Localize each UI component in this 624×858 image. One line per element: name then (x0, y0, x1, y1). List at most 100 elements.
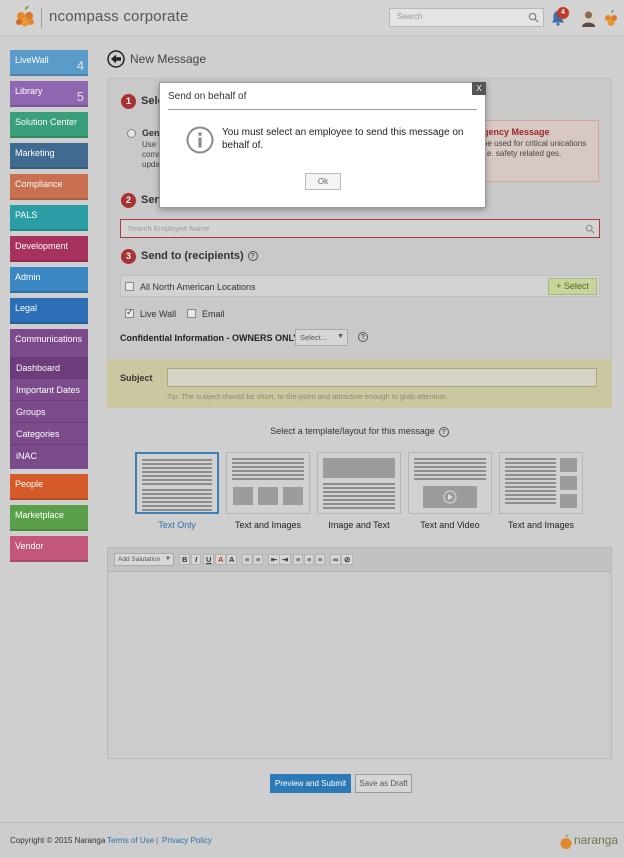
template-text-and-video[interactable]: Text and Video (408, 452, 492, 530)
sidebar-item-count: 4 (76, 58, 84, 73)
employee-search-input[interactable]: Search Employee Name (120, 219, 600, 238)
orange-logo-icon[interactable] (14, 5, 36, 29)
preview-submit-button[interactable]: Preview and Submit (270, 774, 351, 793)
save-draft-button[interactable]: Save as Draft (355, 774, 412, 793)
sidebar-item-legal[interactable]: Legal (10, 298, 88, 324)
template-heading: Select a template/layout for this messag… (107, 426, 612, 437)
sidebar-item-label: Marketplace (15, 510, 65, 520)
sidebar-item-label: Library (15, 86, 43, 96)
template-label: Text and Images (234, 520, 302, 530)
template-thumbnail (408, 452, 492, 514)
subject-input[interactable] (167, 368, 597, 387)
image-placeholder-icon (560, 458, 577, 472)
sidebar-item-compliance[interactable]: Compliance (10, 174, 88, 200)
copyright-text: Copyright © 2015 Naranga (10, 836, 106, 845)
sidebar-item-marketing[interactable]: Marketing (10, 143, 88, 169)
subnav-item-inac[interactable]: iNAC (10, 445, 88, 467)
template-heading-text: Select a template/layout for this messag… (270, 426, 435, 436)
select-recipients-button[interactable]: + Select (548, 278, 597, 295)
all-locations-checkbox[interactable] (125, 282, 134, 291)
template-image-and-text[interactable]: Image and Text (317, 452, 401, 530)
notification-badge: 4 (557, 7, 569, 19)
email-checkbox[interactable] (187, 309, 196, 318)
template-help-icon[interactable]: ? (438, 426, 449, 437)
template-text-and-side-images[interactable]: Text and Images (499, 452, 583, 530)
salutation-select[interactable]: Add Salutation ▼ (114, 553, 174, 566)
step-3-heading: Send to (recipients)? (141, 250, 258, 262)
search-input[interactable]: Search (389, 8, 544, 27)
template-text-only[interactable]: Text Only (135, 452, 219, 530)
template-list: Text Only Text and Images Image and Text (135, 452, 585, 542)
align-center-icon[interactable]: ≡ (304, 554, 315, 565)
sidebar-item-label: Compliance (15, 179, 63, 189)
italic-button[interactable]: I (191, 554, 201, 565)
info-icon (186, 126, 214, 154)
footer: Copyright © 2015 Naranga Terms of Use | … (0, 822, 624, 858)
search-placeholder: Search (397, 12, 423, 21)
urgent-description: be used for critical unications i.e. saf… (483, 139, 587, 158)
confidential-help-icon[interactable]: ? (358, 332, 368, 342)
livewall-label: Live Wall (140, 309, 177, 319)
app-header: ncompass corporate Search 4 (0, 0, 624, 36)
sidebar-item-development[interactable]: Development (10, 236, 88, 262)
search-icon[interactable] (528, 12, 539, 23)
sidebar-item-marketplace[interactable]: Marketplace (10, 505, 88, 531)
message-editor[interactable]: Add Salutation ▼ B I U A A ≡ ≡ ⇤ ⇥ ≡ ≡ ≡… (107, 547, 612, 759)
template-thumbnail (317, 452, 401, 514)
sidebar-item-pals[interactable]: PALS (10, 205, 88, 231)
user-avatar[interactable] (580, 8, 597, 27)
avatar-photo-icon (580, 8, 597, 27)
back-arrow-icon[interactable] (107, 50, 125, 68)
video-placeholder-icon (423, 486, 477, 508)
sidebar-item-people[interactable]: People (10, 474, 88, 500)
sidebar-item-admin[interactable]: Admin (10, 267, 88, 293)
privacy-link[interactable]: Privacy Policy (162, 836, 212, 845)
employee-placeholder: Search Employee Name (128, 224, 210, 233)
dialog-divider (168, 109, 477, 110)
sidebar-item-library[interactable]: Library 5 (10, 81, 88, 107)
message-type-urgent[interactable]: gency Message be used for critical unica… (474, 120, 599, 182)
align-left-icon[interactable]: ≡ (293, 554, 304, 565)
general-radio[interactable] (127, 129, 136, 138)
recipients-row: All North American Locations + Select (120, 275, 600, 297)
sidebar-item-solution-center[interactable]: Solution Center (10, 112, 88, 138)
indent-icon[interactable]: ⇥ (279, 554, 292, 565)
sidebar-item-vendor[interactable]: Vendor (10, 536, 88, 562)
template-text-and-images[interactable]: Text and Images (226, 452, 310, 530)
subject-tip: Tip: The subject should be short, to-the… (167, 392, 449, 401)
step-3-badge: 3 (121, 249, 136, 264)
underline-button[interactable]: U (203, 554, 215, 565)
sidebar-item-livewall[interactable]: LiveWall 4 (10, 50, 88, 76)
bullet-list-icon[interactable]: ≡ (242, 554, 253, 565)
chevron-down-icon: ▼ (165, 556, 171, 562)
livewall-checkbox[interactable] (125, 307, 134, 318)
dialog-close-button[interactable]: X (472, 82, 486, 95)
text-color-icon[interactable]: A (215, 554, 227, 565)
link-icon[interactable]: ∞ (330, 554, 342, 565)
orange-mini-logo-icon[interactable] (603, 9, 619, 27)
subject-label: Subject (120, 373, 153, 383)
play-icon (443, 490, 457, 504)
subnav-item-important-dates[interactable]: Important Dates (10, 379, 88, 401)
ok-button[interactable]: Ok (305, 173, 341, 190)
align-right-icon[interactable]: ≡ (315, 554, 326, 565)
sidebar-item-label: PALS (15, 210, 38, 220)
subnav-item-categories[interactable]: Categories (10, 423, 88, 445)
search-icon[interactable] (585, 224, 595, 234)
clear-format-icon[interactable]: A (226, 554, 238, 565)
subnav-item-groups[interactable]: Groups (10, 401, 88, 423)
step-3-label: Send to (recipients) (141, 250, 244, 262)
sidebar-item-communications[interactable]: Communications (10, 329, 88, 355)
sidebar: LiveWall 4 Library 5 Solution Center Mar… (10, 50, 88, 567)
confidential-select[interactable]: Select... ▼ (295, 329, 348, 346)
unlink-icon[interactable]: ⊘ (341, 554, 354, 565)
email-label: Email (202, 309, 225, 319)
help-icon[interactable]: ? (247, 251, 258, 262)
bold-button[interactable]: B (179, 554, 191, 565)
subnav-item-dashboard[interactable]: Dashboard (10, 357, 88, 379)
sidebar-item-count: 5 (76, 89, 84, 104)
urgent-title: gency Message (483, 127, 550, 137)
numbered-list-icon[interactable]: ≡ (253, 554, 264, 565)
terms-link[interactable]: Terms of Use (107, 836, 154, 845)
image-placeholder-icon (233, 487, 253, 505)
